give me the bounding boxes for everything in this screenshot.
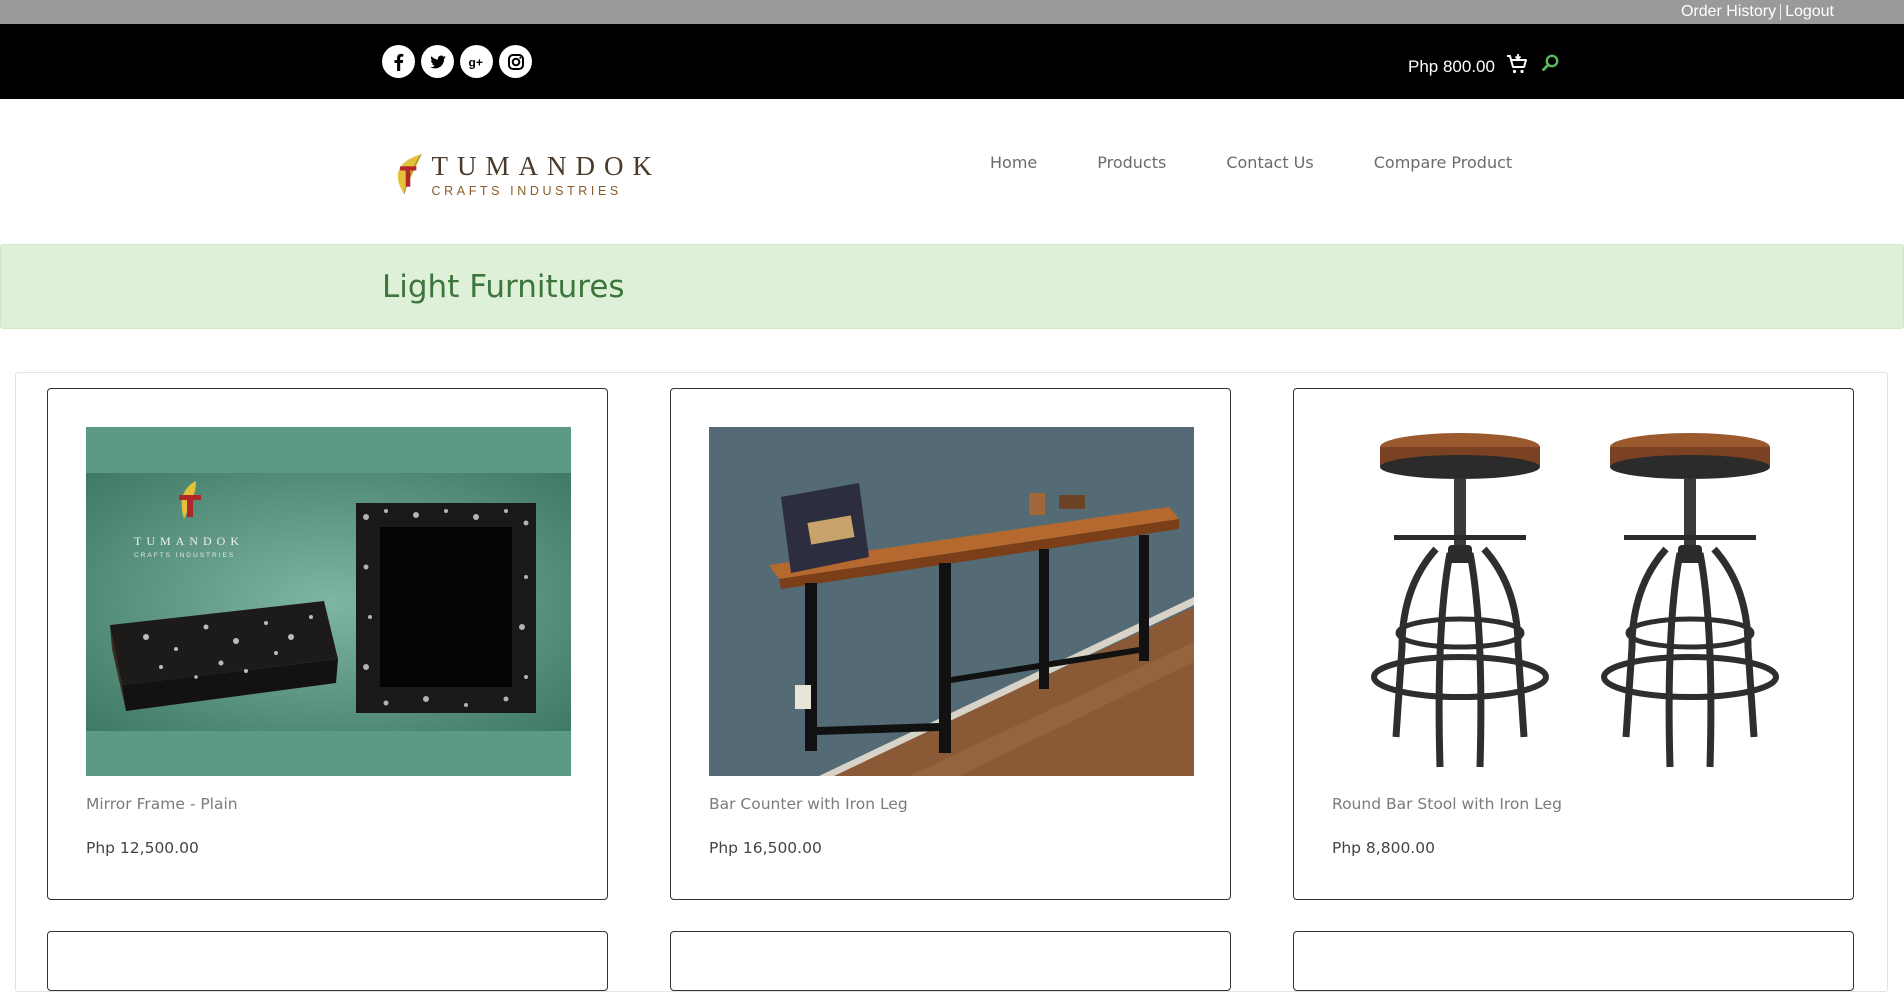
- svg-text:g+: g+: [468, 55, 482, 69]
- product-title[interactable]: Bar Counter with Iron Leg: [709, 795, 908, 813]
- utility-bar: Order History Logout: [0, 0, 1904, 24]
- product-image-bar-counter[interactable]: [709, 427, 1194, 776]
- twitter-icon[interactable]: [421, 45, 454, 78]
- main-nav: Home Products Contact Us Compare Product: [990, 153, 1572, 172]
- product-image-bar-stool[interactable]: [1332, 427, 1817, 776]
- top-header: g+ Php 800.00: [0, 24, 1904, 99]
- link-separator: [1780, 4, 1782, 20]
- product-grid: TUMANDOK CRAFTS INDUSTRIES Mirror Frame …: [15, 372, 1888, 992]
- product-card[interactable]: [1293, 931, 1854, 991]
- logo-brand: TUMANDOK: [431, 150, 661, 181]
- facebook-icon[interactable]: [382, 45, 415, 78]
- logout-link[interactable]: Logout: [1783, 3, 1836, 21]
- search-icon[interactable]: [1540, 52, 1562, 74]
- logo-subtitle: CRAFTS INDUSTRIES: [431, 183, 622, 198]
- product-card[interactable]: TUMANDOK CRAFTS INDUSTRIES Mirror Frame …: [47, 388, 608, 900]
- product-price: Php 16,500.00: [709, 839, 822, 857]
- nav-contact-us[interactable]: Contact Us: [1226, 153, 1313, 172]
- instagram-icon[interactable]: [499, 45, 532, 78]
- category-title: Light Furnitures: [382, 269, 625, 305]
- category-banner: Light Furnitures: [0, 244, 1904, 329]
- nav-products[interactable]: Products: [1097, 153, 1166, 172]
- product-card[interactable]: [670, 931, 1231, 991]
- nav-compare-product[interactable]: Compare Product: [1374, 153, 1512, 172]
- google-plus-icon[interactable]: g+: [460, 45, 493, 78]
- product-title[interactable]: Mirror Frame - Plain: [86, 795, 238, 813]
- logo-leaf-icon: [397, 153, 422, 194]
- site-logo[interactable]: TUMANDOK CRAFTS INDUSTRIES: [396, 133, 661, 215]
- product-title[interactable]: Round Bar Stool with Iron Leg: [1332, 795, 1562, 813]
- social-links: g+: [382, 45, 532, 78]
- product-card[interactable]: [47, 931, 608, 991]
- product-card[interactable]: Bar Counter with Iron Leg Php 16,500.00: [670, 388, 1231, 900]
- svg-text:TUMANDOK: TUMANDOK: [134, 534, 244, 548]
- account-links: Order History Logout: [1679, 3, 1836, 21]
- svg-text:CRAFTS INDUSTRIES: CRAFTS INDUSTRIES: [134, 552, 235, 559]
- cart-icon[interactable]: [1505, 52, 1529, 81]
- product-price: Php 8,800.00: [1332, 839, 1435, 857]
- cart-total: Php 800.00: [1408, 56, 1495, 76]
- nav-home[interactable]: Home: [990, 153, 1037, 172]
- order-history-link[interactable]: Order History: [1679, 3, 1778, 21]
- product-card[interactable]: Round Bar Stool with Iron Leg Php 8,800.…: [1293, 388, 1854, 900]
- cart-summary[interactable]: Php 800.00: [1408, 52, 1529, 81]
- product-price: Php 12,500.00: [86, 839, 199, 857]
- product-image-mirror-frame[interactable]: TUMANDOK CRAFTS INDUSTRIES: [86, 427, 571, 776]
